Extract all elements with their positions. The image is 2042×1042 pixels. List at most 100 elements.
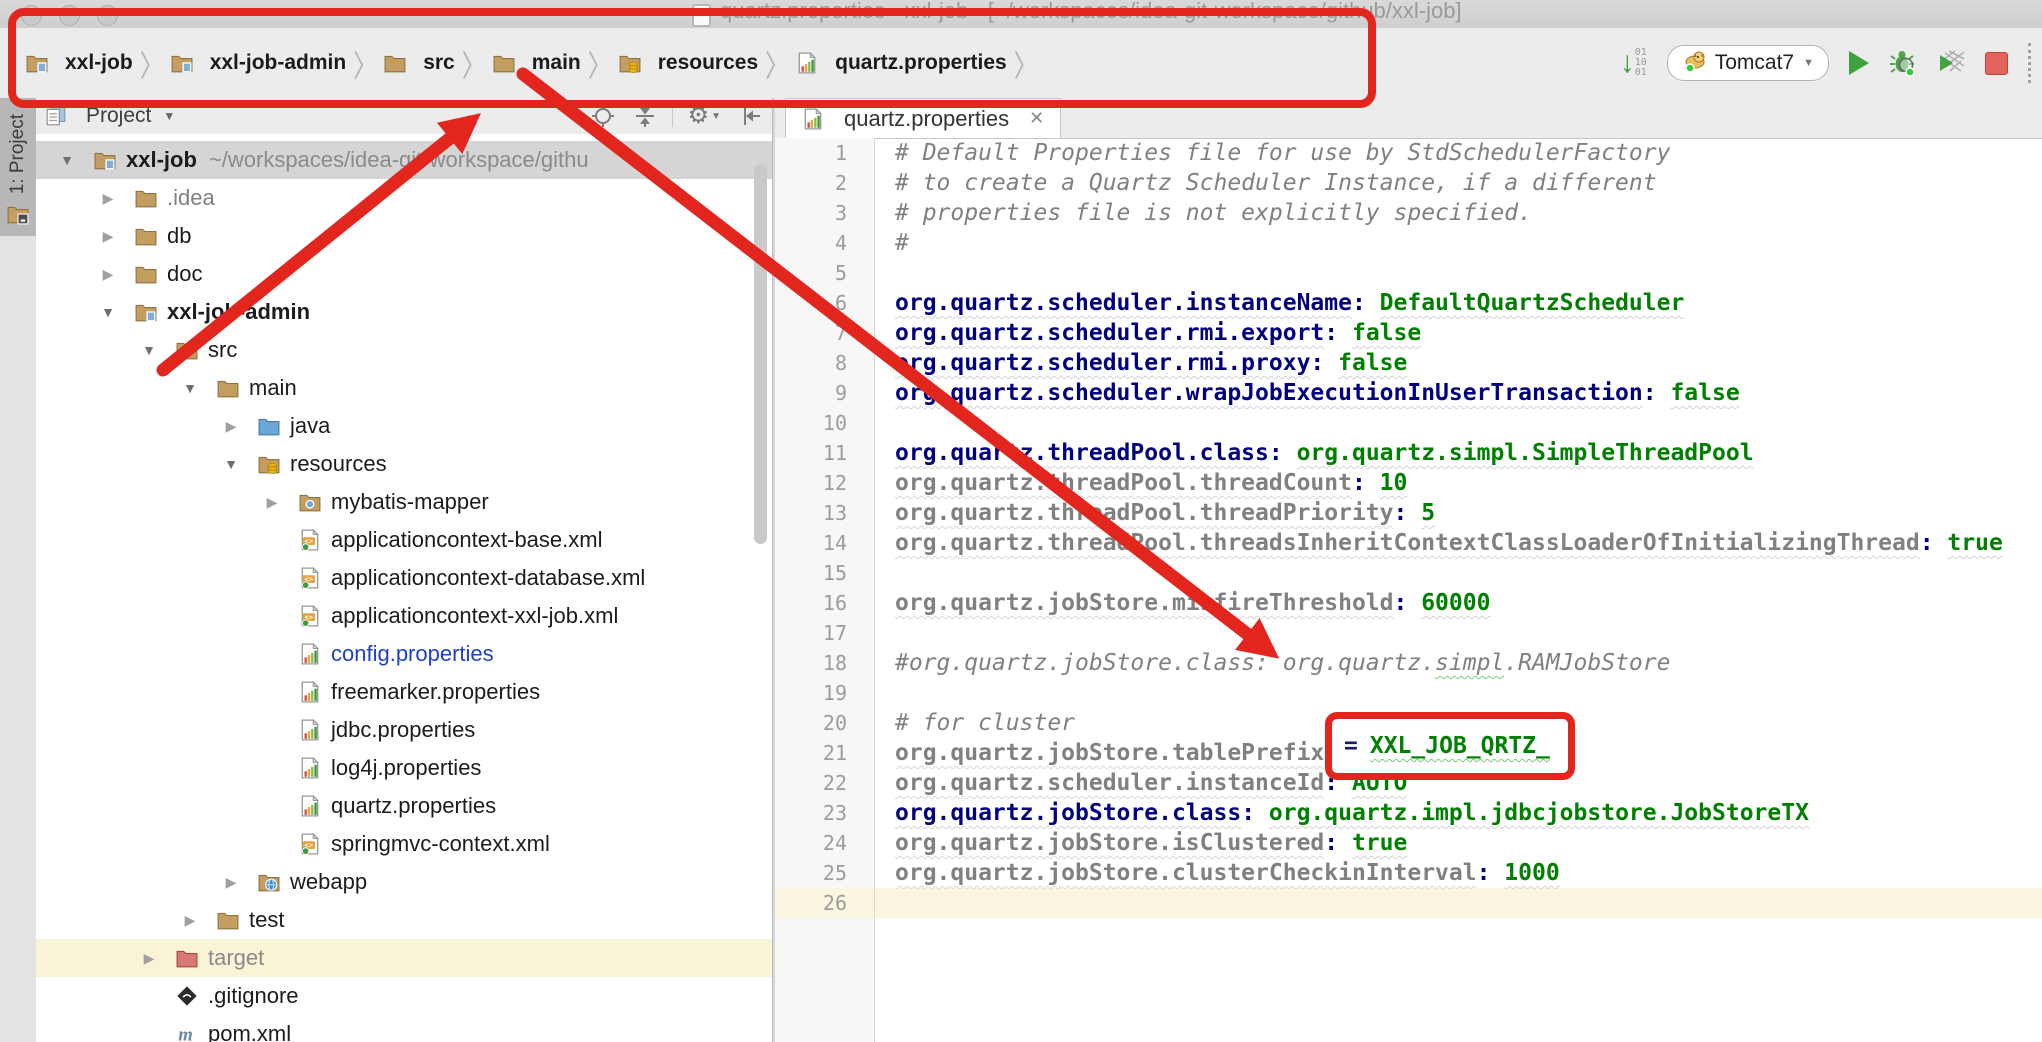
- collapse-all-icon[interactable]: [633, 104, 657, 128]
- tree-row-webapp[interactable]: ▶webapp: [36, 863, 772, 901]
- code-line-25[interactable]: 25org.quartz.jobStore.clusterCheckinInte…: [775, 858, 2042, 888]
- breadcrumb-item-xxl-job-admin[interactable]: xxl-job-admin: [171, 51, 347, 75]
- tree-row-jdbc.properties[interactable]: jdbc.properties: [36, 711, 772, 749]
- view-selector-chevron-icon[interactable]: ▼: [163, 109, 175, 123]
- chevron-collapsed-icon[interactable]: ▶: [216, 418, 246, 435]
- line-number: 21: [775, 738, 875, 768]
- document-proxy-icon: [692, 4, 711, 27]
- breadcrumb-item-src[interactable]: src: [384, 51, 455, 75]
- tree-row-springmvc-context.xml[interactable]: <>springmvc-context.xml: [36, 825, 772, 863]
- chevron-expanded-icon[interactable]: ▼: [175, 380, 205, 396]
- code-line-5[interactable]: 5: [775, 258, 2042, 288]
- tree-row-applicationcontext-database.xml[interactable]: <>applicationcontext-database.xml: [36, 559, 772, 597]
- chevron-expanded-icon[interactable]: ▼: [52, 152, 82, 168]
- tree-row-db[interactable]: ▶db: [36, 217, 772, 255]
- chevron-expanded-icon[interactable]: ▼: [93, 304, 123, 320]
- update-project-icon[interactable]: ↓ 011001: [1620, 48, 1647, 78]
- code-line-15[interactable]: 15: [775, 558, 2042, 588]
- code-line-19[interactable]: 19: [775, 678, 2042, 708]
- tree-row-xxl-job-admin[interactable]: ▼xxl-job-admin: [36, 293, 772, 331]
- panel-title: Project: [86, 104, 151, 128]
- chevron-collapsed-icon[interactable]: ▶: [93, 190, 123, 207]
- zoom-window-icon[interactable]: [97, 5, 118, 26]
- locate-file-icon[interactable]: [591, 104, 615, 128]
- resources-folder-icon: [619, 52, 641, 74]
- tree-row-log4j.properties[interactable]: log4j.properties: [36, 749, 772, 787]
- tree-row-doc[interactable]: ▶doc: [36, 255, 772, 293]
- code-editor[interactable]: 1# Default Properties file for use by St…: [775, 138, 2042, 1042]
- tree-row-test[interactable]: ▶test: [36, 901, 772, 939]
- tree-row-src[interactable]: ▼src: [36, 331, 772, 369]
- minimize-window-icon[interactable]: [59, 5, 80, 26]
- properties-file-icon: [796, 52, 818, 74]
- code-line-9[interactable]: 9org.quartz.scheduler.wrapJobExecutionIn…: [775, 378, 2042, 408]
- tree-row-.idea[interactable]: ▶.idea: [36, 179, 772, 217]
- folder-web-icon: [258, 871, 280, 893]
- tab-quartz-properties[interactable]: quartz.properties ✕: [785, 98, 1061, 138]
- tree-row-.gitignore[interactable]: .gitignore: [36, 977, 772, 1015]
- breadcrumb-item-quartz.properties[interactable]: quartz.properties: [796, 51, 1007, 75]
- code-line-2[interactable]: 2# to create a Quartz Scheduler Instance…: [775, 168, 2042, 198]
- code-line-24[interactable]: 24org.quartz.jobStore.isClustered: true: [775, 828, 2042, 858]
- code-line-12[interactable]: 12org.quartz.threadPool.threadCount: 10: [775, 468, 2042, 498]
- tree-row-label: applicationcontext-xxl-job.xml: [331, 603, 618, 629]
- tree-row-config.properties[interactable]: config.properties: [36, 635, 772, 673]
- chevron-collapsed-icon[interactable]: ▶: [216, 874, 246, 891]
- run-with-coverage-button[interactable]: [1937, 49, 1965, 77]
- navigation-toolbar: xxl-job〉xxl-job-admin〉src〉main〉resources…: [0, 28, 2042, 99]
- code-line-13[interactable]: 13org.quartz.threadPool.threadPriority: …: [775, 498, 2042, 528]
- code-line-6[interactable]: 6org.quartz.scheduler.instanceName: Defa…: [775, 288, 2042, 318]
- breadcrumb-item-resources[interactable]: resources: [619, 51, 758, 75]
- code-line-11[interactable]: 11org.quartz.threadPool.class: org.quart…: [775, 438, 2042, 468]
- tree-row-pom.xml[interactable]: mpom.xml: [36, 1015, 772, 1042]
- toolbar-drag-handle[interactable]: [2028, 43, 2032, 83]
- tree-row-resources[interactable]: ▼resources: [36, 445, 772, 483]
- tree-row-applicationcontext-xxl-job.xml[interactable]: <> applicationcontext-xxl-job.xml: [36, 597, 772, 635]
- tree-row-mybatis-mapper[interactable]: ▶mybatis-mapper: [36, 483, 772, 521]
- breadcrumb-item-main[interactable]: main: [493, 51, 581, 75]
- run-button[interactable]: [1849, 51, 1869, 75]
- code-line-14[interactable]: 14org.quartz.threadPool.threadsInheritCo…: [775, 528, 2042, 558]
- git-icon: [176, 985, 198, 1007]
- code-line-1[interactable]: 1# Default Properties file for use by St…: [775, 138, 2042, 168]
- chevron-collapsed-icon[interactable]: ▶: [175, 912, 205, 929]
- chevron-collapsed-icon[interactable]: ▶: [257, 494, 287, 511]
- code-line-3[interactable]: 3# properties file is not explicitly spe…: [775, 198, 2042, 228]
- close-icon[interactable]: ✕: [1029, 108, 1044, 129]
- sidebar-item-project[interactable]: 1: Project: [0, 98, 36, 236]
- gear-icon[interactable]: ⚙ ▼: [688, 104, 721, 128]
- code-line-16[interactable]: 16org.quartz.jobStore.misfireThreshold: …: [775, 588, 2042, 618]
- code-line-7[interactable]: 7org.quartz.scheduler.rmi.export: false: [775, 318, 2042, 348]
- chevron-expanded-icon[interactable]: ▼: [134, 342, 164, 358]
- chevron-collapsed-icon[interactable]: ▶: [93, 266, 123, 283]
- code-line-23[interactable]: 23org.quartz.jobStore.class: org.quartz.…: [775, 798, 2042, 828]
- code-line-10[interactable]: 10: [775, 408, 2042, 438]
- stop-button[interactable]: [1985, 52, 2008, 75]
- tree-row-label: freemarker.properties: [331, 679, 540, 705]
- chevron-collapsed-icon[interactable]: ▶: [93, 228, 123, 245]
- code-line-8[interactable]: 8org.quartz.scheduler.rmi.proxy: false: [775, 348, 2042, 378]
- code-line-4[interactable]: 4#: [775, 228, 2042, 258]
- tree-row-label: jdbc.properties: [331, 717, 475, 743]
- folder-icon: [135, 263, 157, 285]
- run-configuration-select[interactable]: Tomcat7 ▼: [1667, 45, 1829, 81]
- tree-row-freemarker.properties[interactable]: freemarker.properties: [36, 673, 772, 711]
- folder-icon: [217, 909, 239, 931]
- debug-button[interactable]: [1889, 49, 1917, 77]
- tree-row-xxl-job[interactable]: ▼xxl-job~/workspaces/idea-git-workspace/…: [36, 141, 772, 179]
- code-line-17[interactable]: 17: [775, 618, 2042, 648]
- tree-row-quartz.properties[interactable]: quartz.properties: [36, 787, 772, 825]
- tree-scrollbar-thumb[interactable]: [754, 164, 767, 544]
- tree-row-target[interactable]: ▶target: [36, 939, 772, 977]
- chevron-collapsed-icon[interactable]: ▶: [134, 950, 164, 967]
- chevron-expanded-icon[interactable]: ▼: [216, 456, 246, 472]
- close-window-icon[interactable]: [21, 5, 42, 26]
- spring-icon: <>: [299, 605, 321, 627]
- tree-row-java[interactable]: ▶java: [36, 407, 772, 445]
- breadcrumb-item-xxl-job[interactable]: xxl-job: [26, 51, 133, 75]
- tree-row-main[interactable]: ▼main: [36, 369, 772, 407]
- code-line-26[interactable]: 26: [775, 888, 2042, 918]
- tree-row-applicationcontext-base.xml[interactable]: <>applicationcontext-base.xml: [36, 521, 772, 559]
- code-line-18[interactable]: 18#org.quartz.jobStore.class: org.quartz…: [775, 648, 2042, 678]
- hide-panel-icon[interactable]: [739, 104, 763, 128]
